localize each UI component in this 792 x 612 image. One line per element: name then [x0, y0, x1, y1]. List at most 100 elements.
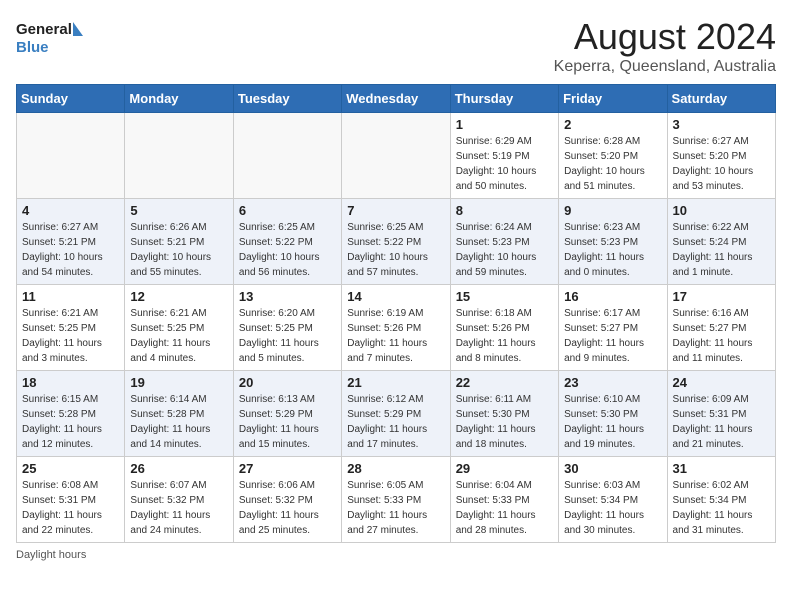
calendar-cell: 11 Sunrise: 6:21 AMSunset: 5:25 PMDayligh… — [17, 285, 125, 371]
daylight-hours-label: Daylight hours — [16, 549, 86, 561]
day-number: 26 — [130, 461, 227, 476]
logo: General Blue — [16, 16, 86, 60]
day-info: Sunrise: 6:08 AMSunset: 5:31 PMDaylight:… — [22, 478, 119, 538]
day-info: Sunrise: 6:04 AMSunset: 5:33 PMDaylight:… — [456, 478, 553, 538]
day-info: Sunrise: 6:19 AMSunset: 5:26 PMDaylight:… — [347, 306, 444, 366]
day-number: 15 — [456, 289, 553, 304]
day-number: 27 — [239, 461, 336, 476]
calendar-cell: 18Sunrise: 6:15 AMSunset: 5:28 PMDayligh… — [17, 371, 125, 457]
day-info: Sunrise: 6:05 AMSunset: 5:33 PMDaylight:… — [347, 478, 444, 538]
calendar-cell: 12Sunrise: 6:21 AMSunset: 5:25 PMDayligh… — [125, 285, 233, 371]
day-number: 10 — [673, 203, 770, 218]
day-info: Sunrise: 6:26 AMSunset: 5:21 PMDaylight:… — [130, 220, 227, 280]
day-number: 21 — [347, 375, 444, 390]
day-info: Sunrise: 6:14 AMSunset: 5:28 PMDaylight:… — [130, 392, 227, 452]
day-info: Sunrise: 6:20 AMSunset: 5:25 PMDaylight:… — [239, 306, 336, 366]
calendar-cell: 24 Sunrise: 6:09 AMSunset: 5:31 PMDayligh… — [667, 371, 775, 457]
calendar-cell: 14Sunrise: 6:19 AMSunset: 5:26 PMDayligh… — [342, 285, 450, 371]
calendar-cell — [17, 113, 125, 199]
calendar-cell: 25 Sunrise: 6:08 AMSunset: 5:31 PMDayligh… — [17, 457, 125, 543]
day-number: 11 — [22, 289, 119, 304]
calendar-cell: 10 Sunrise: 6:22 AMSunset: 5:24 PMDayligh… — [667, 199, 775, 285]
calendar-cell: 1Sunrise: 6:29 AMSunset: 5:19 PMDaylight… — [450, 113, 558, 199]
calendar-cell: 13 Sunrise: 6:20 AMSunset: 5:25 PMDayligh… — [233, 285, 341, 371]
day-number: 19 — [130, 375, 227, 390]
calendar-cell: 3Sunrise: 6:27 AMSunset: 5:20 PMDaylight… — [667, 113, 775, 199]
weekday-header-saturday: Saturday — [667, 85, 775, 113]
day-number: 4 — [22, 203, 119, 218]
calendar-cell: 30 Sunrise: 6:03 AMSunset: 5:34 PMDayligh… — [559, 457, 667, 543]
day-info: Sunrise: 6:02 AMSunset: 5:34 PMDaylight:… — [673, 478, 770, 538]
calendar-cell: 26 Sunrise: 6:07 AMSunset: 5:32 PMDayligh… — [125, 457, 233, 543]
weekday-header-thursday: Thursday — [450, 85, 558, 113]
calendar-cell: 23 Sunrise: 6:10 AMSunset: 5:30 PMDayligh… — [559, 371, 667, 457]
calendar-cell: 20 Sunrise: 6:13 AMSunset: 5:29 PMDayligh… — [233, 371, 341, 457]
day-info: Sunrise: 6:27 AMSunset: 5:20 PMDaylight:… — [673, 134, 770, 194]
day-info: Sunrise: 6:10 AMSunset: 5:30 PMDaylight:… — [564, 392, 661, 452]
day-number: 8 — [456, 203, 553, 218]
calendar-week-row: 25 Sunrise: 6:08 AMSunset: 5:31 PMDayligh… — [17, 457, 776, 543]
day-info: Sunrise: 6:09 AMSunset: 5:31 PMDaylight:… — [673, 392, 770, 452]
calendar-cell: 22Sunrise: 6:11 AMSunset: 5:30 PMDayligh… — [450, 371, 558, 457]
calendar-cell: 28 Sunrise: 6:05 AMSunset: 5:33 PMDayligh… — [342, 457, 450, 543]
calendar-cell: 17 Sunrise: 6:16 AMSunset: 5:27 PMDayligh… — [667, 285, 775, 371]
calendar-cell: 21 Sunrise: 6:12 AMSunset: 5:29 PMDayligh… — [342, 371, 450, 457]
day-info: Sunrise: 6:13 AMSunset: 5:29 PMDaylight:… — [239, 392, 336, 452]
day-info: Sunrise: 6:24 AMSunset: 5:23 PMDaylight:… — [456, 220, 553, 280]
calendar-cell: 9 Sunrise: 6:23 AMSunset: 5:23 PMDaylight… — [559, 199, 667, 285]
calendar-cell: 2 Sunrise: 6:28 AMSunset: 5:20 PMDaylight… — [559, 113, 667, 199]
day-info: Sunrise: 6:15 AMSunset: 5:28 PMDaylight:… — [22, 392, 119, 452]
calendar-cell: 29Sunrise: 6:04 AMSunset: 5:33 PMDayligh… — [450, 457, 558, 543]
day-info: Sunrise: 6:16 AMSunset: 5:27 PMDaylight:… — [673, 306, 770, 366]
month-year-title: August 2024 — [554, 16, 776, 58]
day-number: 24 — [673, 375, 770, 390]
day-info: Sunrise: 6:21 AMSunset: 5:25 PMDaylight:… — [22, 306, 119, 366]
day-info: Sunrise: 6:03 AMSunset: 5:34 PMDaylight:… — [564, 478, 661, 538]
calendar-week-row: 4Sunrise: 6:27 AMSunset: 5:21 PMDaylight… — [17, 199, 776, 285]
title-area: August 2024 Keperra, Queensland, Austral… — [554, 16, 776, 76]
day-info: Sunrise: 6:25 AMSunset: 5:22 PMDaylight:… — [347, 220, 444, 280]
day-number: 28 — [347, 461, 444, 476]
day-info: Sunrise: 6:17 AMSunset: 5:27 PMDaylight:… — [564, 306, 661, 366]
calendar-cell: 16 Sunrise: 6:17 AMSunset: 5:27 PMDayligh… — [559, 285, 667, 371]
day-info: Sunrise: 6:18 AMSunset: 5:26 PMDaylight:… — [456, 306, 553, 366]
day-info: Sunrise: 6:29 AMSunset: 5:19 PMDaylight:… — [456, 134, 553, 194]
calendar-cell: 15 Sunrise: 6:18 AMSunset: 5:26 PMDayligh… — [450, 285, 558, 371]
day-number: 23 — [564, 375, 661, 390]
day-number: 12 — [130, 289, 227, 304]
day-number: 9 — [564, 203, 661, 218]
day-number: 25 — [22, 461, 119, 476]
day-number: 20 — [239, 375, 336, 390]
calendar-cell: 27 Sunrise: 6:06 AMSunset: 5:32 PMDayligh… — [233, 457, 341, 543]
calendar-table: SundayMondayTuesdayWednesdayThursdayFrid… — [16, 84, 776, 543]
day-info: Sunrise: 6:28 AMSunset: 5:20 PMDaylight:… — [564, 134, 661, 194]
calendar-cell: 8 Sunrise: 6:24 AMSunset: 5:23 PMDaylight… — [450, 199, 558, 285]
day-info: Sunrise: 6:06 AMSunset: 5:32 PMDaylight:… — [239, 478, 336, 538]
day-number: 2 — [564, 117, 661, 132]
day-info: Sunrise: 6:23 AMSunset: 5:23 PMDaylight:… — [564, 220, 661, 280]
calendar-week-row: 18Sunrise: 6:15 AMSunset: 5:28 PMDayligh… — [17, 371, 776, 457]
day-number: 17 — [673, 289, 770, 304]
day-info: Sunrise: 6:22 AMSunset: 5:24 PMDaylight:… — [673, 220, 770, 280]
weekday-header-friday: Friday — [559, 85, 667, 113]
calendar-week-row: 1Sunrise: 6:29 AMSunset: 5:19 PMDaylight… — [17, 113, 776, 199]
calendar-cell: 31 Sunrise: 6:02 AMSunset: 5:34 PMDayligh… — [667, 457, 775, 543]
day-number: 30 — [564, 461, 661, 476]
calendar-cell — [125, 113, 233, 199]
calendar-header-row: SundayMondayTuesdayWednesdayThursdayFrid… — [17, 85, 776, 113]
day-info: Sunrise: 6:12 AMSunset: 5:29 PMDaylight:… — [347, 392, 444, 452]
day-number: 6 — [239, 203, 336, 218]
footer-note: Daylight hours — [16, 549, 776, 561]
svg-text:Blue: Blue — [16, 39, 49, 56]
weekday-header-tuesday: Tuesday — [233, 85, 341, 113]
svg-text:General: General — [16, 21, 72, 38]
calendar-cell: 6Sunrise: 6:25 AMSunset: 5:22 PMDaylight… — [233, 199, 341, 285]
day-info: Sunrise: 6:07 AMSunset: 5:32 PMDaylight:… — [130, 478, 227, 538]
calendar-cell: 4Sunrise: 6:27 AMSunset: 5:21 PMDaylight… — [17, 199, 125, 285]
day-number: 13 — [239, 289, 336, 304]
day-number: 16 — [564, 289, 661, 304]
page-header: General Blue August 2024 Keperra, Queens… — [16, 16, 776, 76]
calendar-cell: 19 Sunrise: 6:14 AMSunset: 5:28 PMDayligh… — [125, 371, 233, 457]
day-number: 31 — [673, 461, 770, 476]
day-number: 5 — [130, 203, 227, 218]
